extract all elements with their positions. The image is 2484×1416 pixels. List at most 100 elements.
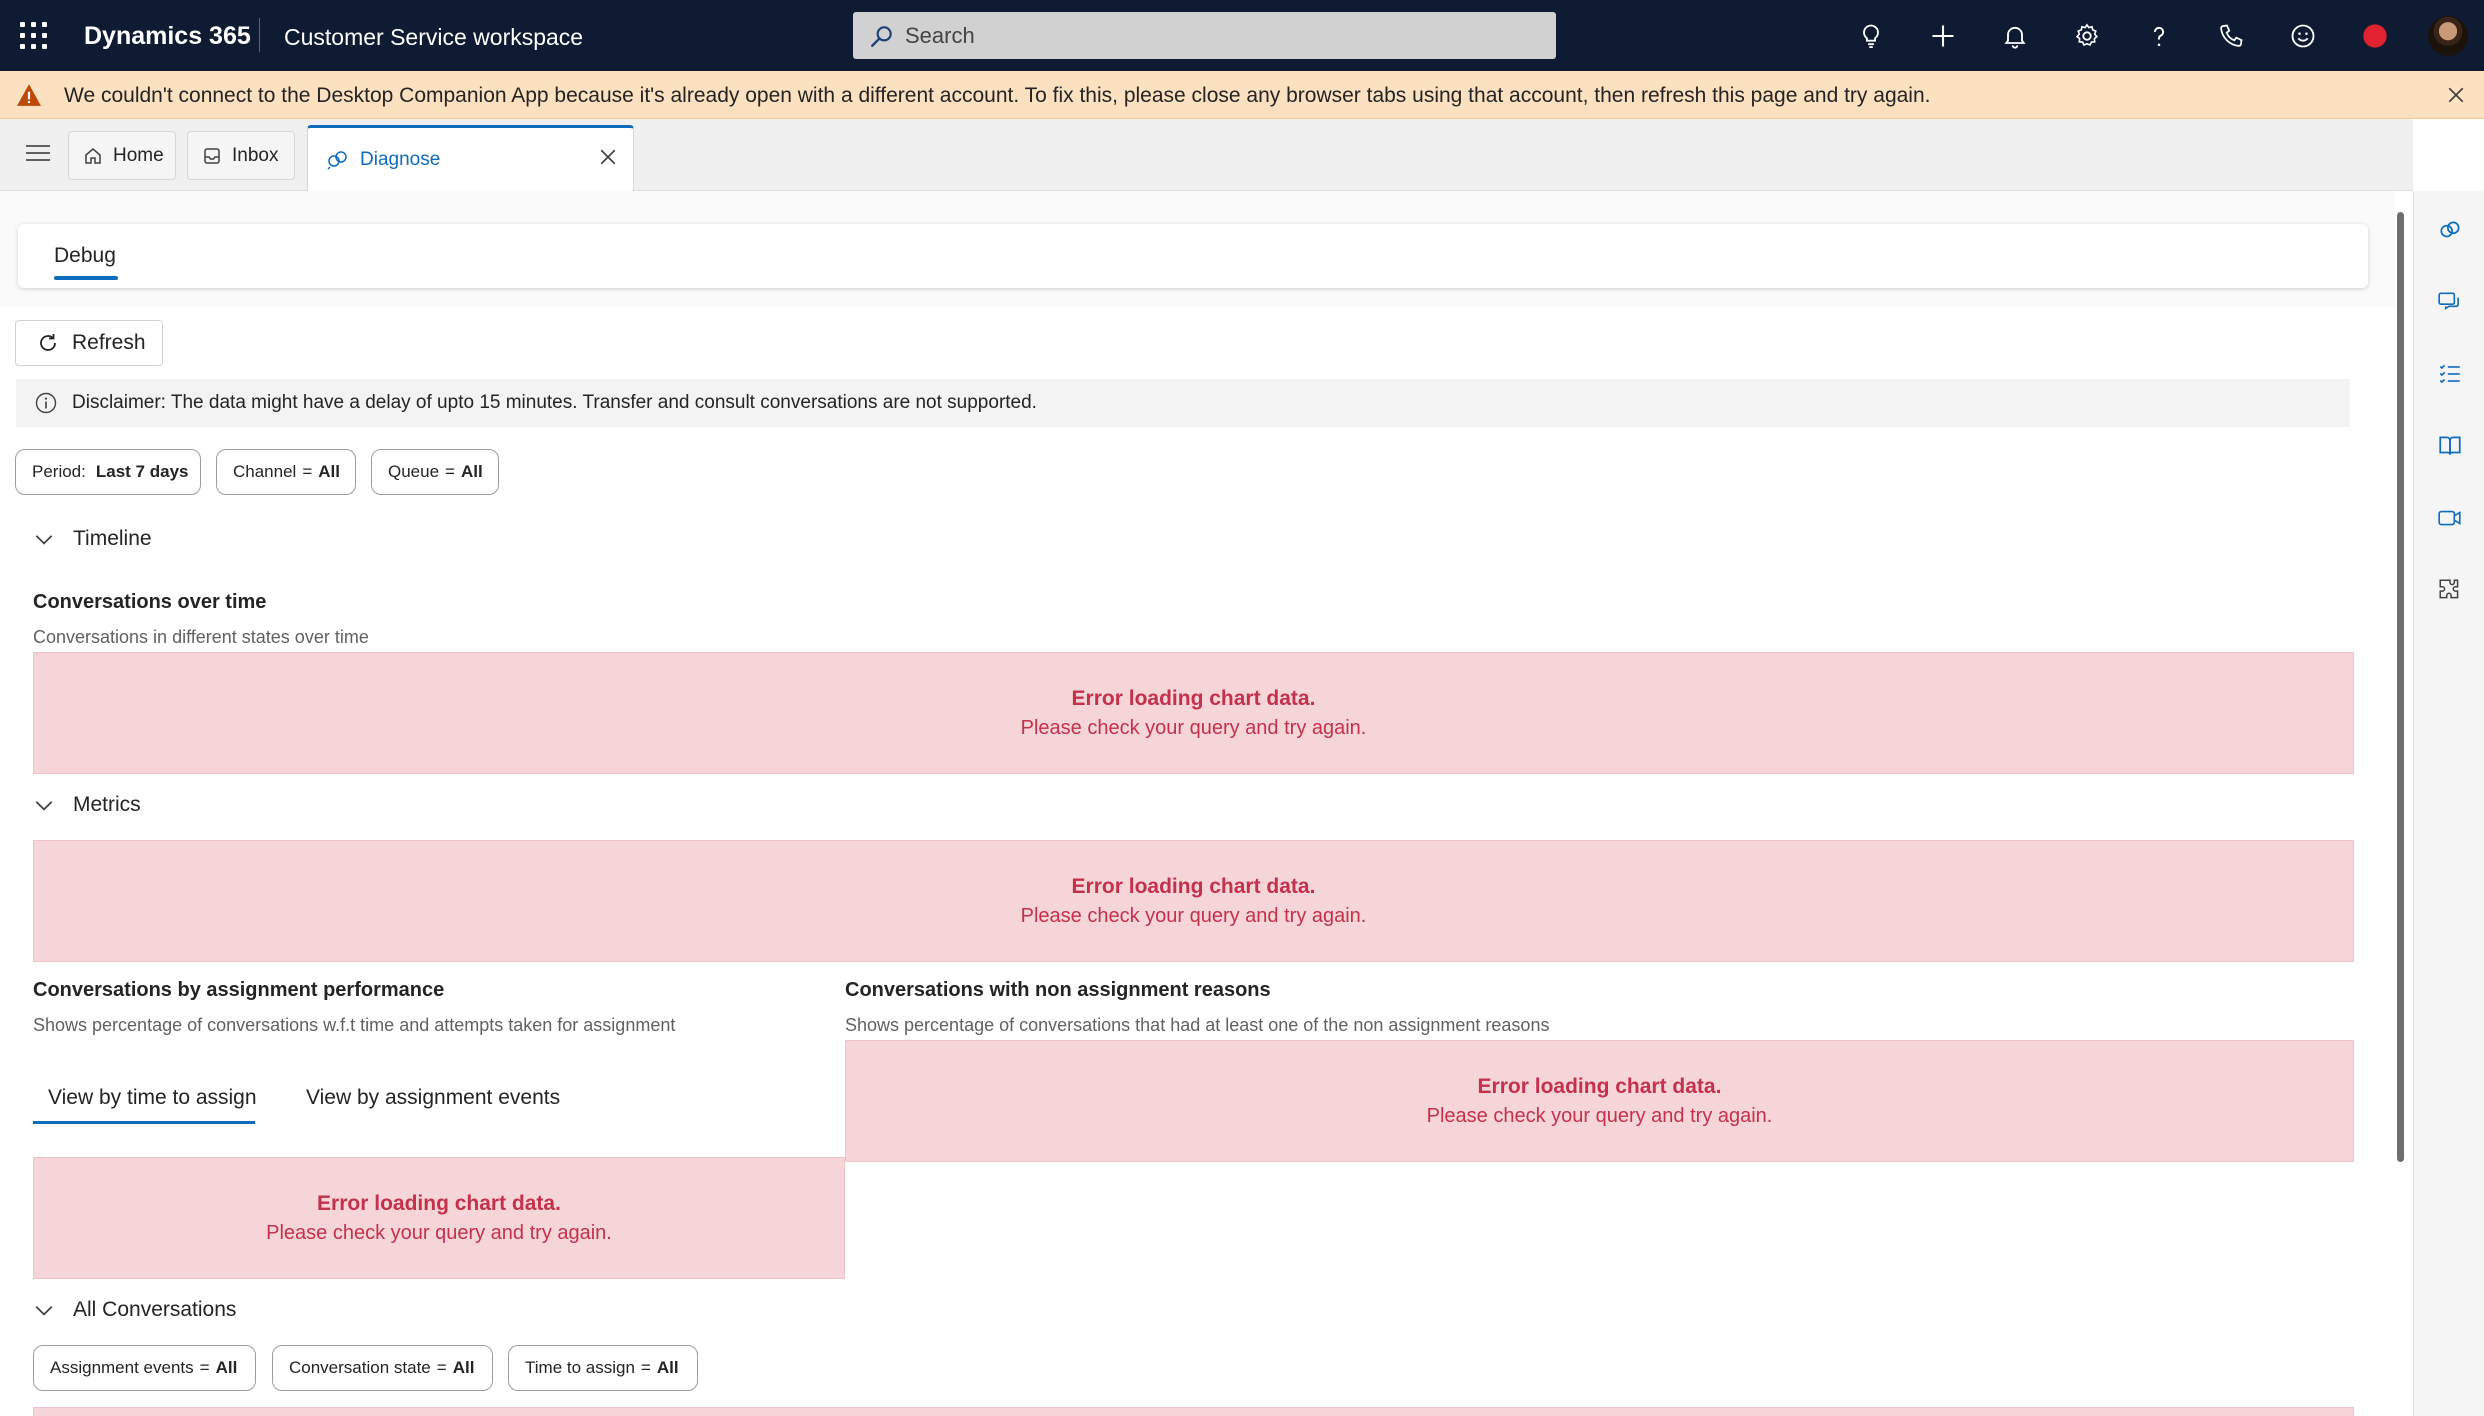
filter-value: All [215, 1358, 238, 1377]
search-input[interactable] [905, 22, 1505, 49]
warning-icon [17, 84, 41, 106]
tab-label: Home [113, 144, 164, 166]
channel-filter-pill[interactable]: Channel = All [216, 449, 356, 495]
help-icon[interactable] [2139, 16, 2179, 56]
debug-tab-bar: Debug [18, 224, 2368, 288]
close-icon [600, 149, 616, 165]
conversation-state-filter-pill[interactable]: Conversation state = All [272, 1345, 493, 1391]
hamburger-menu-icon[interactable] [26, 143, 52, 165]
close-icon [2448, 87, 2464, 103]
right-side-rail [2413, 191, 2484, 1416]
header-divider [259, 18, 260, 52]
section-label: Timeline [73, 527, 152, 550]
filter-key: Time to assign [525, 1358, 635, 1377]
filter-key: Conversation state [289, 1358, 431, 1377]
filter-key: Assignment events [50, 1358, 194, 1377]
info-icon [35, 392, 57, 414]
tab-debug[interactable]: Debug [54, 244, 118, 280]
phone-icon[interactable] [2211, 16, 2251, 56]
tab-view-by-time-to-assign[interactable]: View by time to assign [33, 1086, 257, 1124]
filter-key: Period: [32, 462, 86, 481]
gear-icon[interactable] [2067, 16, 2107, 56]
tab-inbox[interactable]: Inbox [187, 131, 295, 180]
section-label: All Conversations [73, 1298, 237, 1321]
error-message: Please check your query and try again. [266, 1222, 612, 1244]
conv-over-time-error: Error loading chart data. Please check y… [33, 652, 2354, 774]
refresh-label: Refresh [72, 331, 146, 354]
filter-value: All [460, 462, 483, 481]
error-message: Please check your query and try again. [1020, 717, 1367, 739]
error-message: Please check your query and try again. [1426, 1105, 1773, 1127]
close-tab-button[interactable] [597, 146, 619, 168]
filter-value: All [656, 1358, 679, 1377]
knowledge-book-icon[interactable] [2436, 432, 2464, 460]
main-content: Debug Refresh Disclaimer: The data might… [0, 191, 2395, 1416]
all-conversations-section-header[interactable]: All Conversations [33, 1298, 236, 1322]
video-icon[interactable] [2436, 504, 2464, 532]
page-scrollbar[interactable] [2397, 212, 2404, 1162]
inbox-icon [204, 147, 220, 164]
filter-value: Last 7 days [95, 462, 189, 481]
time-to-assign-filter-pill[interactable]: Time to assign = All [508, 1345, 698, 1391]
search-box[interactable] [853, 12, 1556, 59]
diagnose-icon [327, 150, 347, 170]
metrics-section-header[interactable]: Metrics [33, 793, 141, 817]
refresh-button[interactable]: Refresh [15, 320, 163, 366]
filter-eq: = [640, 1358, 651, 1377]
lightbulb-icon[interactable] [1851, 16, 1891, 56]
period-filter-pill[interactable]: Period: Last 7 days [15, 449, 201, 495]
conversation-icon[interactable] [2436, 288, 2464, 316]
error-message: Please check your query and try again. [1020, 905, 1367, 927]
filter-value: All [318, 462, 340, 481]
non-assignment-subtitle: Shows percentage of conversations that h… [845, 1015, 1550, 1035]
plus-icon[interactable] [1923, 16, 1963, 56]
copilot-icon[interactable] [2436, 216, 2464, 244]
chevron-down-icon [35, 801, 53, 811]
app-launcher-icon[interactable] [20, 22, 48, 50]
tab-diagnose[interactable]: Diagnose [307, 125, 634, 191]
error-title: Error loading chart data. [1071, 687, 1316, 710]
conv-over-time-title: Conversations over time [33, 591, 267, 613]
puzzle-icon[interactable] [2436, 576, 2464, 604]
warning-banner: We couldn't connect to the Desktop Compa… [0, 71, 2484, 119]
checklist-icon[interactable] [2436, 360, 2464, 388]
presence-busy-icon[interactable] [2355, 16, 2395, 56]
section-label: Metrics [73, 793, 141, 816]
banner-message: We couldn't connect to the Desktop Compa… [64, 84, 1931, 107]
smiley-icon[interactable] [2283, 16, 2323, 56]
timeline-section-header[interactable]: Timeline [33, 527, 152, 551]
error-title: Error loading chart data. [1071, 875, 1316, 898]
filter-value: All [452, 1358, 475, 1377]
assignment-perf-error: Error loading chart data. Please check y… [33, 1157, 845, 1279]
filter-key: Queue [388, 462, 440, 481]
filter-eq: = [436, 1358, 447, 1377]
error-title: Error loading chart data. [1477, 1075, 1722, 1098]
search-icon [871, 25, 892, 47]
disclaimer-text: Disclaimer: The data might have a delay … [72, 392, 1037, 413]
error-title: Error loading chart data. [317, 1192, 561, 1215]
tab-home[interactable]: Home [68, 131, 176, 180]
tab-view-by-assignment-events[interactable]: View by assignment events [306, 1086, 560, 1110]
home-icon [85, 147, 101, 164]
brand-name[interactable]: Dynamics 365 [84, 22, 251, 51]
conv-over-time-subtitle: Conversations in different states over t… [33, 627, 369, 647]
refresh-icon [40, 334, 56, 351]
filter-eq: = [445, 462, 455, 481]
filter-key: Channel [233, 462, 297, 481]
non-assignment-title: Conversations with non assignment reason… [845, 979, 1271, 1001]
banner-close-button[interactable] [2442, 81, 2470, 109]
diagnose-page: Refresh Disclaimer: The data might have … [0, 306, 2395, 1416]
top-bar: Dynamics 365 Customer Service workspace [0, 0, 2484, 71]
assignment-perf-title: Conversations by assignment performance [33, 979, 445, 1001]
disclaimer-bar: Disclaimer: The data might have a delay … [16, 379, 2350, 427]
filter-eq: = [199, 1358, 210, 1377]
app-name[interactable]: Customer Service workspace [284, 24, 583, 51]
tab-label: Inbox [232, 144, 279, 166]
bell-icon[interactable] [1995, 16, 2035, 56]
assignment-perf-subtitle: Shows percentage of conversations w.f.t … [33, 1015, 676, 1035]
queue-filter-pill[interactable]: Queue = All [371, 449, 499, 495]
user-avatar[interactable] [2428, 16, 2468, 56]
session-tab-strip: Home Inbox Diagnose [0, 119, 2413, 191]
assignment-events-filter-pill[interactable]: Assignment events = All [33, 1345, 256, 1391]
filter-eq: = [302, 462, 313, 481]
